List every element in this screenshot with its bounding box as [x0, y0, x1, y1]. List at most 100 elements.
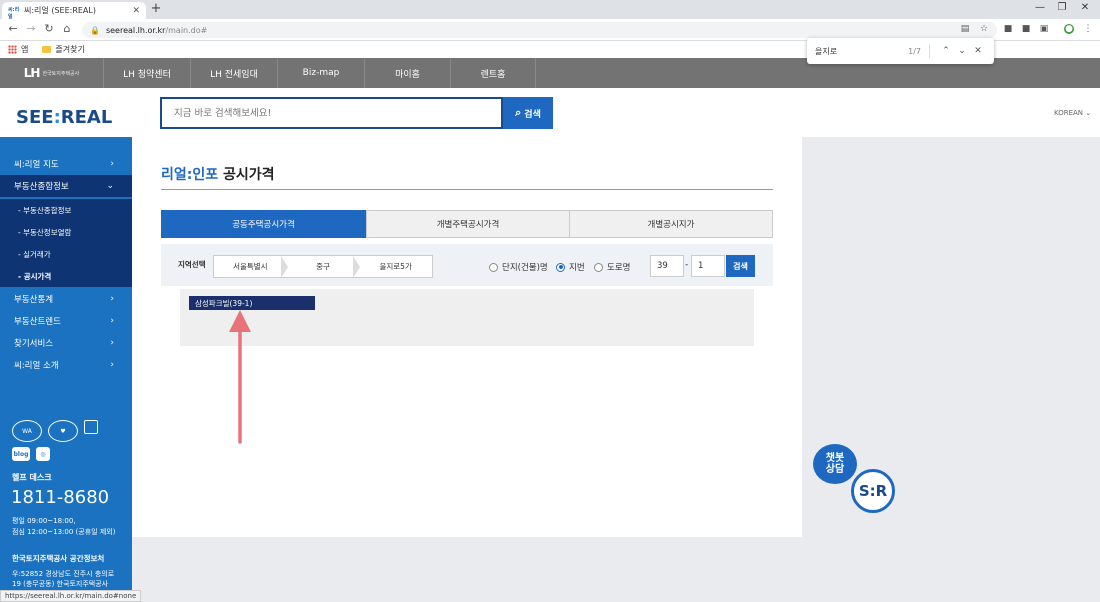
sidebar-item-realestate-info[interactable]: 부동산종합정보 ⌄ — [0, 175, 132, 197]
minimize-button[interactable]: — — [1033, 2, 1047, 13]
sidebar-item-about[interactable]: 씨:리얼 소개 › — [0, 354, 132, 376]
chevron-right-icon: › — [110, 338, 114, 348]
lot-main-input[interactable]: 39 — [650, 255, 684, 277]
find-bar: 을지로 1/7 ⌃ ⌄ ✕ — [807, 38, 994, 64]
lot-search-button[interactable]: 검색 — [726, 255, 755, 277]
home-icon[interactable]: ⌂ — [60, 22, 74, 35]
region-sido[interactable]: 서울특별시 — [214, 256, 287, 277]
sidebar-item-statistics[interactable]: 부동산통계 › — [0, 288, 132, 310]
radio-circle-selected — [556, 262, 565, 272]
url-path: /main.do# — [165, 25, 208, 35]
favicon-icon: 씨:리얼 — [8, 7, 20, 20]
cert-badges: WA ♥ — [12, 420, 98, 442]
search-button-label: 검색 — [524, 109, 541, 120]
lock-icon: 🔒 — [90, 25, 100, 35]
browser-tab[interactable]: 씨:리얼 씨:리얼 (SEE:REAL) ✕ — [2, 2, 146, 20]
find-count: 1/7 — [908, 46, 921, 56]
sidebar-subitem-active[interactable]: - 공시가격 — [0, 265, 132, 287]
search-input[interactable] — [160, 97, 503, 129]
sidebar-item-map[interactable]: 씨:리얼 지도 › — [0, 153, 132, 175]
close-tab-icon[interactable]: ✕ — [132, 6, 140, 16]
menu-icon[interactable]: ⋮ — [1083, 24, 1093, 34]
new-tab-button[interactable]: + — [150, 1, 162, 16]
sidebar-item-trend[interactable]: 부동산트렌드 › — [0, 310, 132, 332]
chatbot-label: 챗봇 상담 — [826, 453, 844, 475]
close-window-button[interactable]: ✕ — [1078, 2, 1092, 13]
sidebar-subitem[interactable]: - 부동산정보열람 — [0, 221, 132, 243]
tab-land-price[interactable]: 개별공시지가 — [569, 210, 773, 238]
apps-icon[interactable] — [8, 45, 17, 54]
reader-icon[interactable]: ▤ — [960, 24, 970, 34]
sidebar-item-label: 찾기서비스 — [14, 339, 54, 349]
chevron-right-icon: › — [110, 316, 114, 326]
language-select[interactable]: KOREAN ⌄ — [1054, 109, 1091, 117]
bookmark-favorites[interactable]: 즐겨찾기 — [55, 44, 84, 55]
find-next-icon[interactable]: ⌄ — [954, 46, 970, 56]
page-title: 리얼:인포 공시가격 — [161, 164, 275, 184]
org-address: 우:52852 경상남도 진주시 충의로 — [12, 570, 115, 578]
chatbot-label-line: 상담 — [825, 464, 845, 475]
radio-lot-number[interactable]: 지번 — [556, 261, 585, 273]
maximize-button[interactable]: ❐ — [1055, 2, 1069, 13]
region-sigungu[interactable]: 중구 — [280, 256, 360, 278]
radio-complex-name[interactable]: 단지(건물)명 — [489, 261, 548, 273]
sidebar-top — [0, 137, 132, 151]
sidebar-item-label: 부동산트렌드 — [14, 317, 61, 327]
help-hours-lunch: 점심 12:00~13:00 (공휴일 제외) — [12, 528, 116, 536]
lh-nav-item[interactable]: LH 청약센터 — [103, 58, 190, 88]
chatbot-button[interactable]: 챗봇 상담 — [813, 444, 857, 484]
lh-logo[interactable]: LH 한국토지주택공사 — [0, 58, 103, 88]
lh-nav-item[interactable]: LH 전세임대 — [190, 58, 277, 88]
lh-nav-item[interactable]: 렌트홈 — [450, 58, 536, 88]
sidebar-item-find[interactable]: 찾기서비스 › — [0, 332, 132, 354]
find-prev-icon[interactable]: ⌃ — [938, 46, 954, 56]
find-close-icon[interactable]: ✕ — [970, 46, 986, 56]
seereal-logo[interactable]: SEE:REAL — [16, 107, 112, 128]
blog-icon[interactable]: blog — [12, 447, 30, 461]
sidebar-subitem[interactable]: - 실거래가 — [0, 243, 132, 265]
lot-separator: - — [685, 260, 689, 270]
reload-icon[interactable]: ↻ — [42, 22, 56, 35]
extension-icon[interactable]: ■ — [1003, 24, 1013, 34]
tab-house-price[interactable]: 개별주택공시가격 — [366, 210, 570, 238]
find-input[interactable]: 을지로 — [815, 46, 908, 57]
star-icon[interactable]: ☆ — [979, 24, 989, 34]
language-label: KOREAN — [1054, 109, 1084, 117]
url-input[interactable]: 🔒 seereal.lh.or.kr/main.do# — [82, 22, 997, 38]
bookmark-apps[interactable]: 앱 — [21, 44, 28, 55]
url-host: seereal.lh.or.kr — [105, 25, 166, 35]
lot-sub-input[interactable]: 1 — [691, 255, 725, 277]
sr-badge[interactable]: S:R — [851, 469, 895, 513]
help-phone: 1811-8680 — [11, 487, 110, 508]
search-icon: ⌕ — [515, 106, 522, 119]
page-title-rest: 공시가격 — [218, 167, 275, 183]
extension-icon[interactable]: ■ — [1021, 24, 1031, 34]
org-name: 한국토지주택공사 공간정보처 — [12, 554, 105, 563]
tab-apartment-price[interactable]: 공동주택공시가격 — [161, 210, 366, 238]
extension-icon[interactable]: ▣ — [1039, 24, 1049, 34]
region-dong[interactable]: 을지로5가 — [353, 256, 432, 278]
search-button[interactable]: ⌕ 검색 — [503, 97, 553, 129]
sidebar-item-label: 부동산종합정보 — [14, 182, 69, 192]
profile-avatar[interactable]: ● — [1064, 24, 1074, 34]
folder-icon — [42, 46, 52, 53]
sns-links: blog ◎ — [12, 447, 50, 461]
chatbot-label-line: 챗봇 — [825, 453, 845, 464]
page-title-highlight: 리얼:인포 — [161, 167, 219, 183]
help-hours: 평일 09:00~18:00, — [12, 517, 76, 525]
radio-circle — [489, 262, 498, 272]
back-icon[interactable]: ← — [6, 22, 20, 35]
lh-nav-item[interactable]: Biz-map — [277, 58, 364, 88]
forward-icon[interactable]: → — [24, 22, 38, 35]
radio-road-name[interactable]: 도로명 — [594, 261, 630, 273]
lh-nav-item[interactable]: 마이홈 — [364, 58, 450, 88]
certification-badge-icon: WA — [12, 420, 42, 442]
radio-label: 도로명 — [607, 263, 631, 273]
instagram-icon[interactable]: ◎ — [36, 447, 50, 461]
divider — [161, 189, 773, 190]
sidebar-item-label: 씨:리얼 소개 — [14, 361, 59, 371]
arrow-head — [229, 310, 251, 332]
sidebar-subitem[interactable]: - 부동산종합정보 — [0, 199, 132, 221]
browser-tabstrip — [0, 0, 1100, 19]
chevron-down-icon: ⌄ — [106, 181, 114, 191]
